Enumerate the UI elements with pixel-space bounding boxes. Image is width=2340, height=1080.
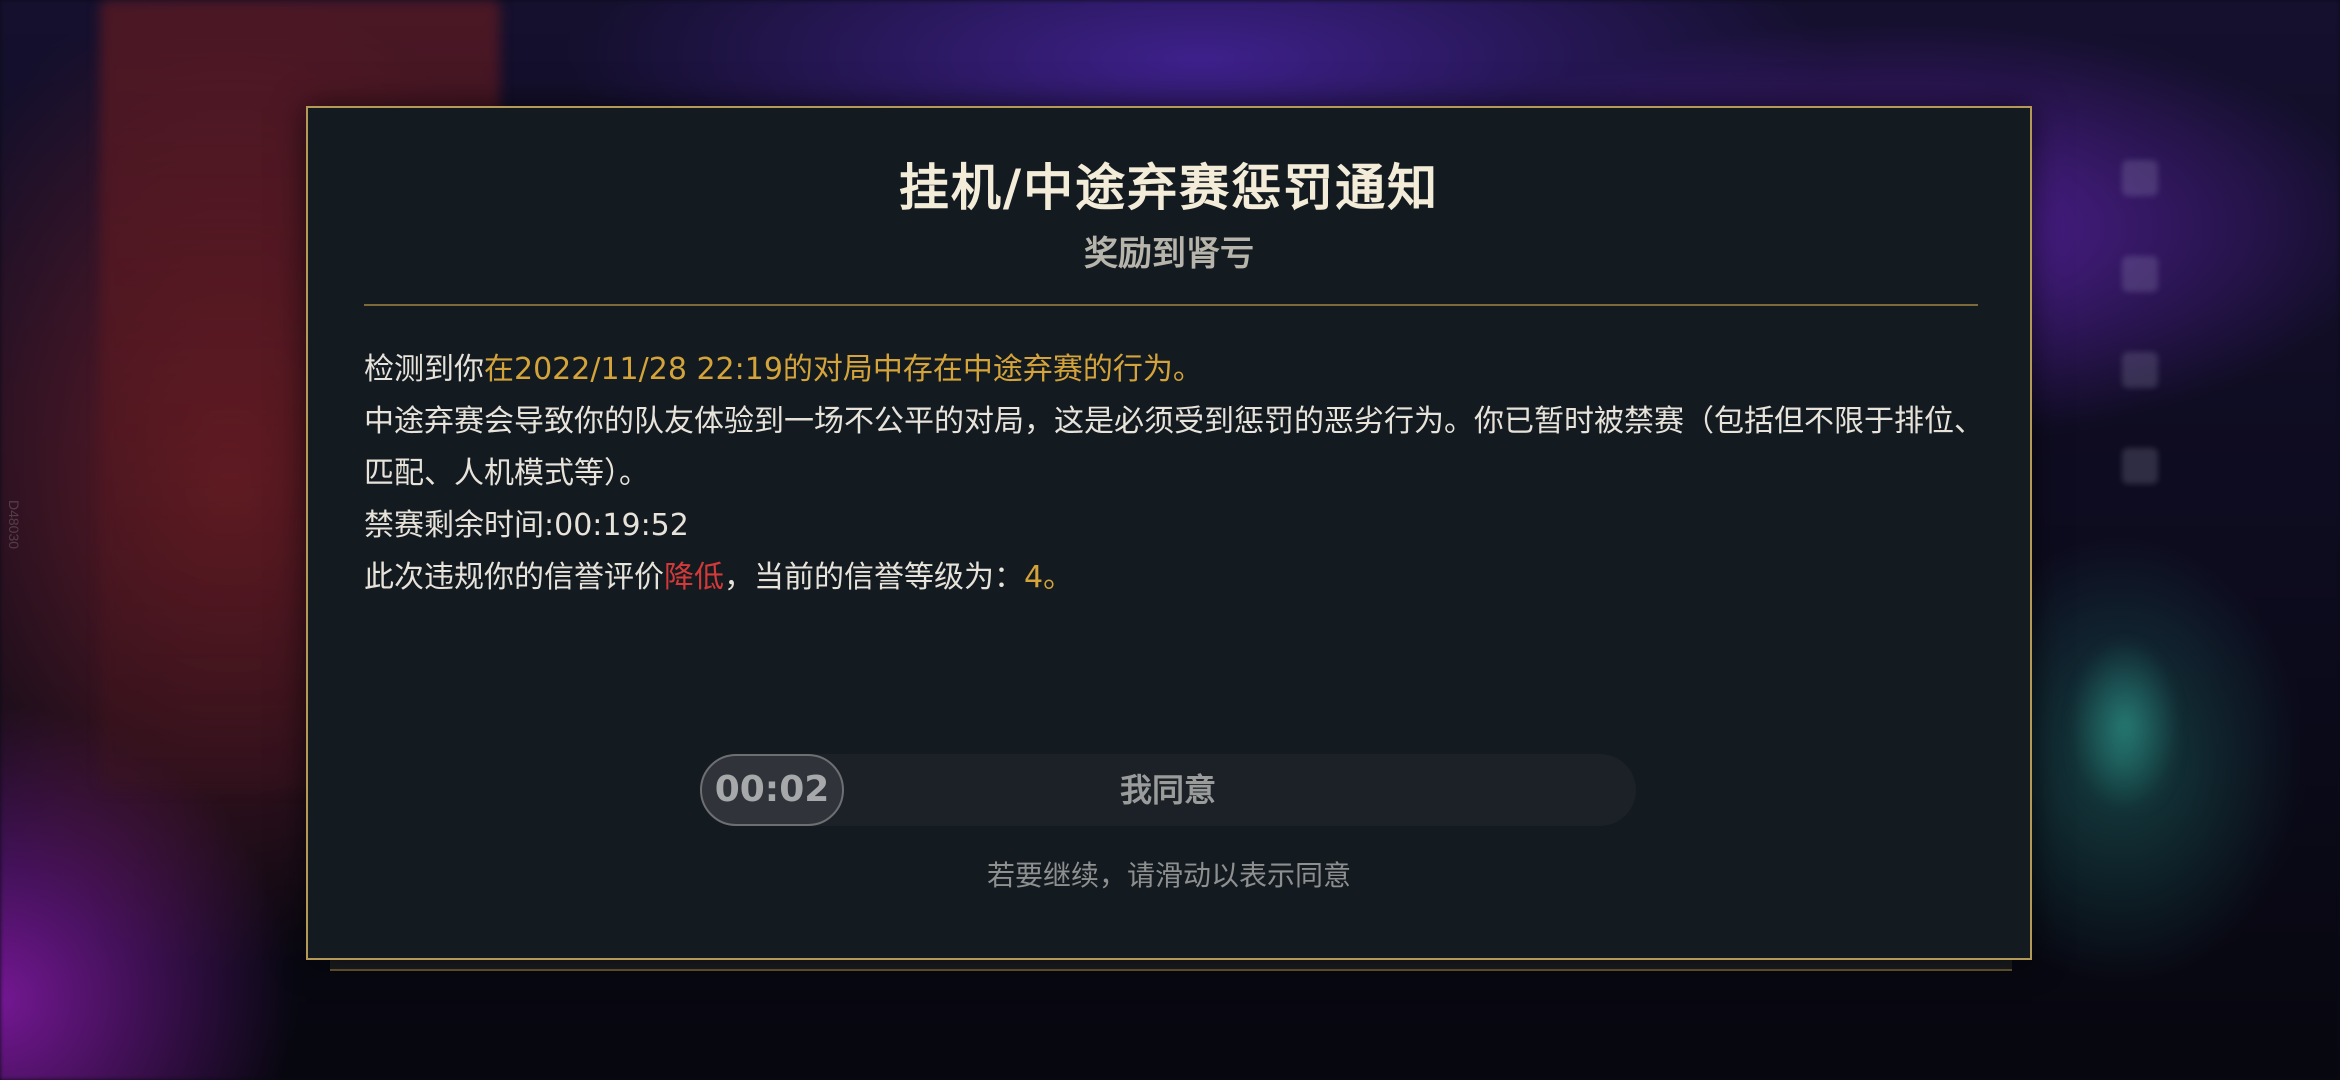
dialog-subtitle: 奖励到肾亏 bbox=[1084, 234, 1254, 274]
ban-time-line: 禁赛剩余时间:00:19:52 bbox=[364, 500, 1984, 552]
detection-prefix: 检测到你 bbox=[364, 352, 484, 387]
rating-suffix: 。 bbox=[1043, 560, 1074, 595]
penalty-explanation: 中途弃赛会导致你的队友体验到一场不公平的对局，这是必须受到惩罚的恶劣行为。你已暂… bbox=[364, 404, 1984, 491]
rating-change: 降低 bbox=[664, 560, 724, 595]
detection-detail: 在2022/11/28 22:19的对局中存在中途弃赛的行为。 bbox=[484, 352, 1203, 387]
rating-middle: ，当前的信誉等级为： bbox=[724, 560, 1024, 595]
rating-line: 此次违规你的信誉评价降低，当前的信誉等级为：4。 bbox=[364, 552, 1984, 604]
side-watermark: D48030 bbox=[6, 500, 22, 550]
ban-time-value: 00:19:52 bbox=[554, 508, 689, 543]
rating-level: 4 bbox=[1024, 560, 1044, 595]
rating-prefix: 此次违规你的信誉评价 bbox=[364, 560, 664, 595]
ban-time-label: 禁赛剩余时间: bbox=[364, 508, 555, 543]
agree-slider[interactable]: 我同意 00:02 bbox=[700, 754, 1636, 826]
dialog-title: 挂机/中途弃赛惩罚通知 bbox=[898, 159, 1440, 217]
background-menu-icon bbox=[2122, 352, 2158, 388]
background-menu-icon bbox=[2122, 160, 2158, 196]
background-menu-icon bbox=[2122, 448, 2158, 484]
background-rank-emblem-icon bbox=[2070, 640, 2180, 810]
detection-line: 检测到你在2022/11/28 22:19的对局中存在中途弃赛的行为。 bbox=[364, 344, 1984, 396]
penalty-notice-dialog: 挂机/中途弃赛惩罚通知 奖励到肾亏 检测到你在2022/11/28 22:19的… bbox=[306, 106, 2032, 960]
background-menu-icon bbox=[2122, 256, 2158, 292]
title-divider bbox=[364, 304, 1978, 306]
background-side-menu bbox=[2110, 160, 2170, 560]
slide-hint: 若要继续，请滑动以表示同意 bbox=[986, 859, 1351, 892]
penalty-message: 检测到你在2022/11/28 22:19的对局中存在中途弃赛的行为。 中途弃赛… bbox=[364, 344, 1984, 604]
agree-slider-handle[interactable]: 00:02 bbox=[700, 754, 844, 826]
